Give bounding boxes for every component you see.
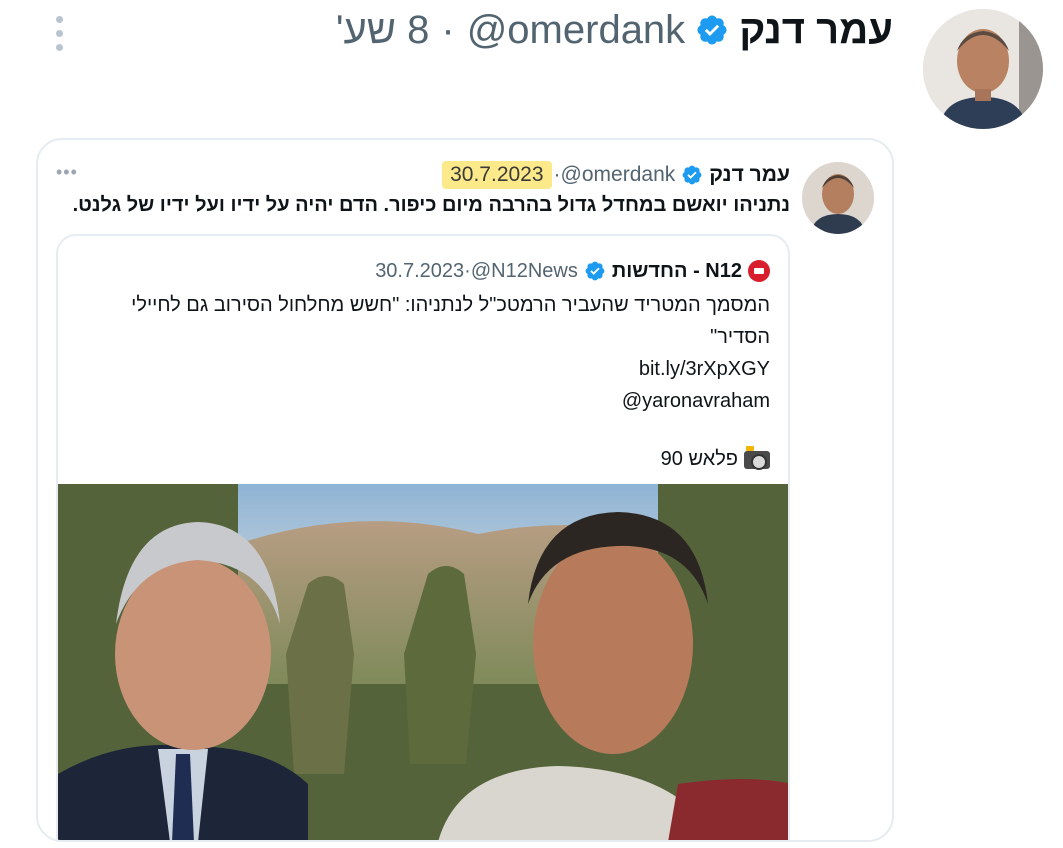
photo-credit: פלאש 90 (660, 445, 770, 471)
header-separator: · (441, 7, 455, 52)
verified-badge-icon (682, 165, 702, 185)
quoted-text-part1: נתניהו יואשם במחדל גדול בהרבה מיום (436, 194, 790, 216)
quoted-more-icon[interactable]: ••• (56, 162, 78, 183)
quoted-avatar-portrait-icon (802, 162, 874, 234)
quoted-header: עמר דנק @omerdank · 30.7.2023 (442, 160, 790, 190)
quoted-handle[interactable]: @omerdank (561, 163, 676, 187)
verified-badge-icon (697, 15, 727, 45)
author-handle[interactable]: @omerdank (467, 8, 685, 53)
nested-text-line2: הסדיר" (710, 326, 770, 348)
quoted-tweet-text: נתניהו יואשם במחדל גדול בהרבה מיום כיפור… (70, 194, 790, 217)
nested-mention[interactable]: @yaronavraham (622, 390, 770, 412)
quoted-text-part2: . הדם יהיה על ידיו ועל ידיו של גלנט. (72, 194, 390, 216)
avatar[interactable] (923, 9, 1043, 129)
quoted-author-name[interactable]: עמר דנק (709, 163, 790, 187)
n12-logo-icon (748, 260, 770, 282)
nested-tweet-card[interactable]: N12 - החדשות @N12News · 30.7.2023 המסמך … (56, 234, 790, 840)
quoted-tweet-card[interactable]: ••• עמר דנק @omerdank · 30.7.2023 נתניהו… (36, 138, 894, 842)
nested-separator: · (464, 259, 471, 282)
nested-text-line1: המסמך המטריד שהעביר הרמטכ"ל לנתניהו: "חש… (131, 294, 770, 316)
quoted-date[interactable]: 30.7.2023 (442, 161, 552, 189)
quoted-text-bold: כיפור (389, 194, 437, 216)
author-name[interactable]: עמר דנק (739, 8, 893, 53)
nested-author-name[interactable]: N12 - החדשות (612, 260, 742, 283)
quoted-avatar[interactable] (802, 162, 874, 234)
verified-badge-icon (585, 261, 605, 281)
nested-handle[interactable]: @N12News (471, 260, 578, 283)
nested-link[interactable]: bit.ly/3rXpXGY (639, 358, 770, 380)
news-photo-illustration (58, 484, 788, 840)
avatar-portrait-icon (923, 9, 1043, 129)
camera-flash-icon (744, 445, 770, 470)
tweet-header: עמר דנק @omerdank · 8 שע' (336, 4, 893, 56)
nested-date[interactable]: 30.7.2023 (375, 260, 464, 283)
photo-credit-text: פלאש 90 (660, 448, 738, 470)
tweet-time[interactable]: 8 שע' (336, 8, 429, 53)
quoted-separator: · (553, 163, 561, 186)
more-options-icon[interactable] (50, 14, 70, 54)
nested-header: N12 - החדשות @N12News · 30.7.2023 (375, 256, 770, 286)
tweet-media-image[interactable] (58, 484, 788, 840)
